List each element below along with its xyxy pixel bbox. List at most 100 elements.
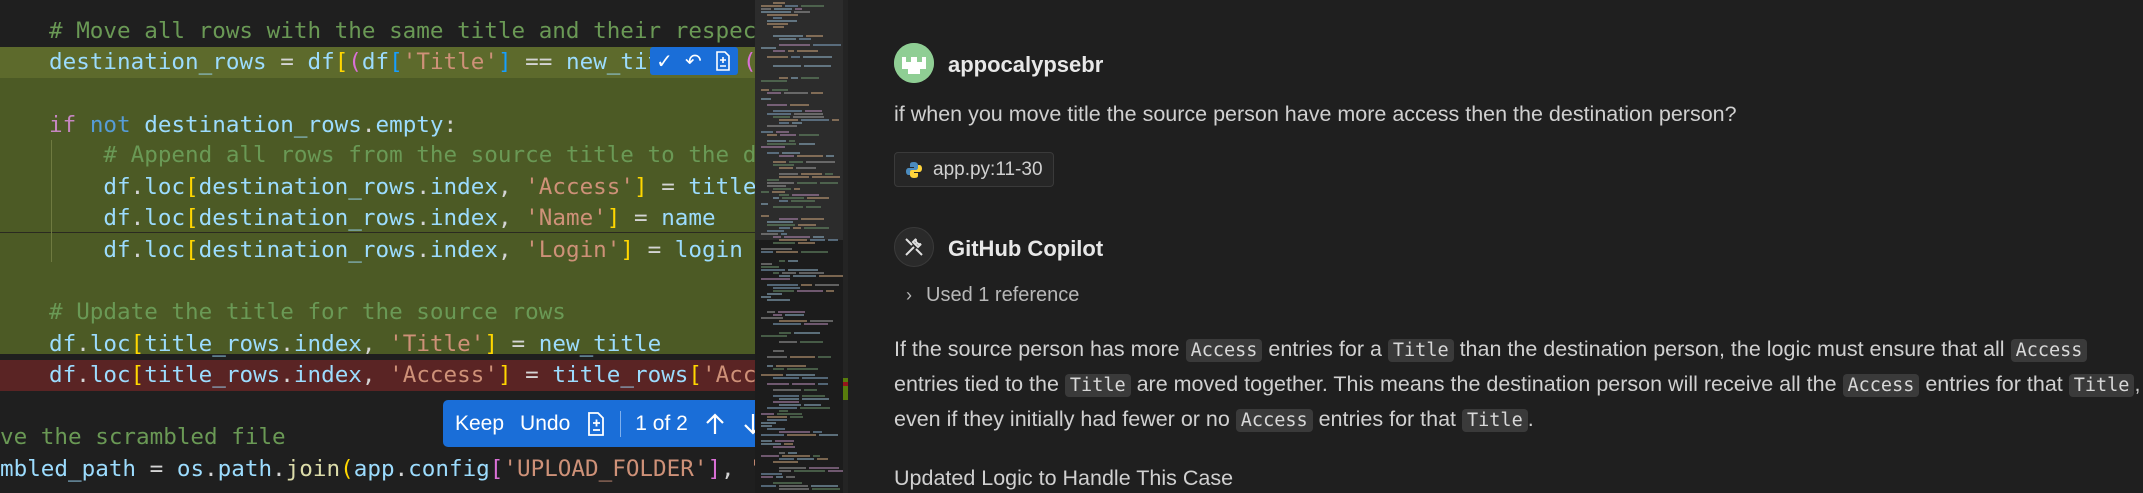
minimap-line <box>785 5 798 7</box>
minimap-line <box>794 332 820 334</box>
minimap-line <box>795 8 802 10</box>
minimap-line <box>761 440 772 442</box>
minimap-line <box>761 11 791 13</box>
code-token: df <box>361 49 390 75</box>
minimap-line <box>761 485 776 487</box>
minimap-line <box>779 458 794 460</box>
minimap-line <box>779 275 790 277</box>
minimap-line <box>773 161 786 163</box>
minimap-line <box>788 269 818 271</box>
minimap-line <box>791 56 800 58</box>
minimap-line <box>761 203 768 205</box>
minimap-line <box>776 251 798 253</box>
response-line-1: If the source person has more Access ent… <box>894 332 2088 366</box>
minimap-line <box>779 200 788 202</box>
code-token: df <box>49 205 131 231</box>
minimap-line <box>794 188 800 190</box>
minimap[interactable] <box>755 0 848 493</box>
minimap-line <box>801 173 822 175</box>
minimap-line <box>810 239 825 241</box>
file-diff-icon[interactable] <box>714 51 732 71</box>
minimap-line <box>761 317 783 319</box>
minimap-line <box>773 446 795 448</box>
code-token: config <box>408 456 490 482</box>
minimap-line <box>773 290 794 292</box>
minimap-line <box>786 374 815 376</box>
minimap-line <box>776 365 806 367</box>
minimap-line <box>761 443 781 445</box>
minimap-line <box>773 17 782 19</box>
minimap-line <box>782 272 796 274</box>
minimap-line <box>779 467 806 469</box>
minimap-line <box>788 50 794 52</box>
file-diff-icon[interactable] <box>578 400 614 447</box>
arrow-up-icon[interactable] <box>696 400 734 447</box>
response-text: If the source person has more <box>894 337 1186 361</box>
minimap-line <box>767 152 779 154</box>
minimap-line <box>761 215 769 217</box>
code-token: . <box>76 331 90 357</box>
code-token: loc <box>89 331 131 357</box>
code-token: ] <box>497 362 512 388</box>
minimap-line <box>761 476 773 478</box>
code-token: 'UPLOAD_FOLDER' <box>503 456 708 482</box>
minimap-line <box>761 131 773 133</box>
minimap-line <box>773 164 794 166</box>
response-text: entries for a <box>1262 337 1388 361</box>
code-token: ] <box>633 174 648 200</box>
minimap-line <box>767 14 798 16</box>
response-line-2: entries tied to the Title are moved toge… <box>894 367 2140 401</box>
minimap-line <box>813 44 841 46</box>
minimap-line <box>767 311 775 313</box>
minimap-line <box>826 290 834 292</box>
code-token: . <box>361 112 376 138</box>
code-line: df.loc[title_rows.index, 'Title'] = new_… <box>49 329 755 360</box>
code-token: title_rows <box>688 174 755 200</box>
code-token: index <box>429 205 498 231</box>
code-token: = <box>497 331 539 357</box>
minimap-line <box>806 35 823 37</box>
code-line: df.loc[destination_rows.index, 'Login'] … <box>49 235 755 266</box>
code-token: index <box>293 331 362 357</box>
minimap-line <box>779 155 794 157</box>
response-text: . <box>1527 407 1534 431</box>
code-token: # Update the title for the source rows <box>49 299 566 325</box>
minimap-line <box>779 122 789 124</box>
minimap-line <box>818 383 828 385</box>
minimap-line <box>773 323 801 325</box>
minimap-line <box>801 119 829 121</box>
minimap-line <box>826 155 834 157</box>
minimap-line <box>813 431 822 433</box>
minimap-line <box>761 248 792 250</box>
undo-icon[interactable]: ↶ <box>685 47 702 75</box>
minimap-line <box>780 134 796 136</box>
code-token: , <box>497 237 526 263</box>
minimap-line <box>767 284 798 286</box>
minimap-line <box>802 395 825 397</box>
undo-button[interactable]: Undo <box>512 400 578 447</box>
minimap-line <box>767 299 790 301</box>
minimap-line <box>812 488 840 490</box>
check-icon[interactable]: ✓ <box>656 47 673 75</box>
inline-change-actions[interactable]: ✓ ↶ <box>650 47 738 75</box>
code-token: df <box>49 237 131 263</box>
minimap-line <box>779 227 790 229</box>
keep-button[interactable]: Keep <box>443 400 512 447</box>
code-token: not <box>89 112 131 138</box>
minimap-line <box>774 8 792 10</box>
minimap-line <box>799 134 819 136</box>
minimap-line <box>782 197 804 199</box>
minimap-line <box>779 194 789 196</box>
minimap-line <box>767 383 789 385</box>
minimap-line <box>767 428 785 430</box>
reference-chip[interactable]: app.py:11-30 <box>894 152 1054 187</box>
minimap-line <box>820 182 838 184</box>
code-token: . <box>280 362 294 388</box>
minimap-line <box>779 470 791 472</box>
used-references-toggle[interactable]: › Used 1 reference <box>906 284 1079 307</box>
inline-code: Title <box>1462 409 1528 432</box>
minimap-line <box>767 20 797 22</box>
code-token: ] <box>620 237 634 263</box>
minimap-line <box>797 50 818 52</box>
minimap-line <box>792 122 802 124</box>
